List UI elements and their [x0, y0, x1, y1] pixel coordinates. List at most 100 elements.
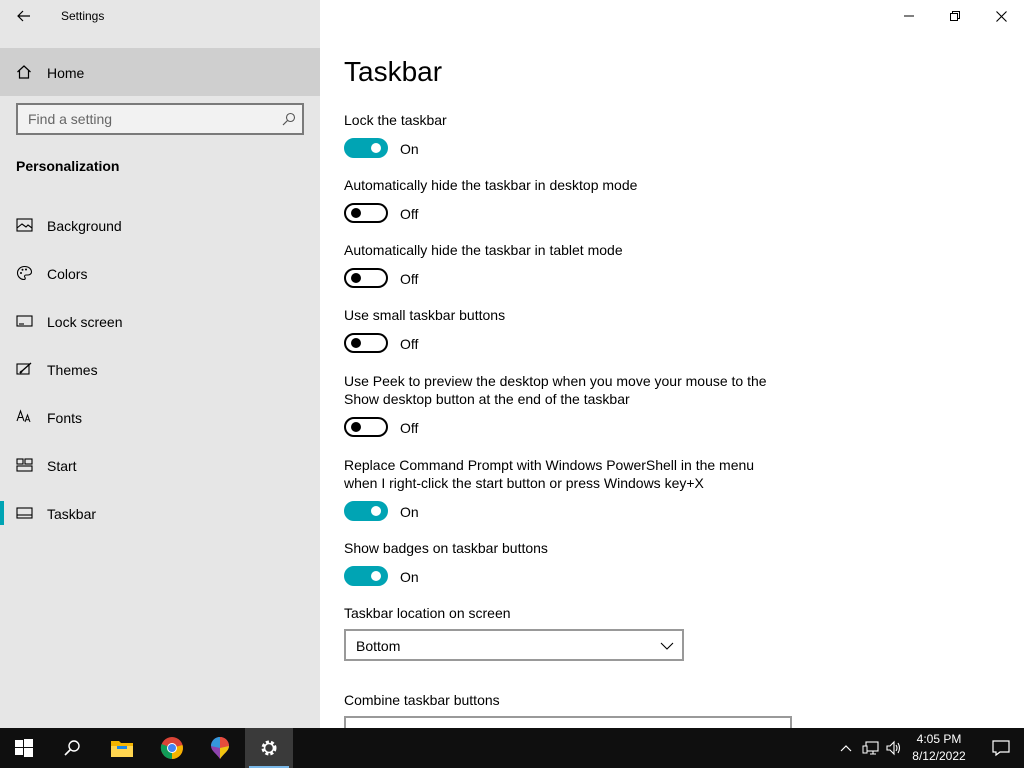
volume-tray[interactable] [884, 738, 904, 758]
network-tray[interactable] [861, 738, 881, 758]
sidebar-item-label: Fonts [47, 410, 83, 426]
minimize-button[interactable] [886, 0, 932, 32]
toggle-state-label: On [400, 504, 419, 520]
setting-label-combine: Combine taskbar buttons [344, 692, 500, 708]
home-icon [17, 65, 31, 79]
action-center-button[interactable] [978, 728, 1024, 768]
themes-brush-icon [16, 362, 32, 375]
back-button[interactable] [8, 4, 40, 28]
sidebar-item-fonts[interactable]: Fonts [0, 393, 320, 441]
sidebar-home-label: Home [47, 65, 85, 81]
taskbar-search-button[interactable] [48, 728, 96, 768]
lock-screen-icon [16, 315, 33, 327]
settings-gear-icon [261, 740, 277, 756]
toggle-state-label: Off [400, 336, 419, 352]
sidebar-item-background[interactable]: Background [0, 201, 320, 249]
restore-button[interactable] [932, 0, 978, 32]
setting-label-autohide-tablet: Automatically hide the taskbar in tablet… [344, 242, 623, 258]
sidebar-item-label: Colors [47, 266, 88, 282]
close-icon [995, 10, 1007, 22]
notification-icon [992, 740, 1010, 757]
close-button[interactable] [978, 0, 1024, 32]
start-icon [15, 739, 33, 757]
sidebar-item-start[interactable]: Start [0, 441, 320, 489]
chrome-icon [160, 737, 183, 759]
start-button[interactable] [0, 728, 48, 768]
setting-label-small-buttons: Use small taskbar buttons [344, 307, 506, 323]
sidebar-item-lock-screen[interactable]: Lock screen [0, 297, 320, 345]
toggle-state-label: Off [400, 271, 419, 287]
title-bar-left: Settings [0, 0, 320, 32]
picture-icon [16, 218, 33, 232]
windows-taskbar: 4:05 PM 8/12/2022 [0, 728, 1024, 768]
toggle-autohide-desktop[interactable] [344, 203, 388, 223]
fonts-icon [16, 409, 31, 423]
restore-icon [950, 11, 960, 21]
chevron-down-icon [660, 642, 674, 650]
dropdown-value: Bottom [356, 638, 401, 654]
settings-sidebar: Settings Home Personalization Background… [0, 0, 320, 728]
taskbar-file-explorer[interactable] [98, 728, 146, 768]
taskbar-paint3d[interactable] [196, 728, 244, 768]
back-arrow-icon [17, 10, 30, 22]
toggle-small-buttons[interactable] [344, 333, 388, 353]
sidebar-item-label: Background [47, 218, 122, 234]
sidebar-item-label: Themes [47, 362, 98, 378]
search-input[interactable] [18, 105, 274, 133]
toggle-knob [371, 506, 381, 516]
active-indicator [0, 501, 4, 525]
clock-time: 4:05 PM [916, 732, 962, 746]
sidebar-home[interactable]: Home [0, 48, 320, 96]
toggle-knob [371, 571, 381, 581]
settings-main: Taskbar Lock the taskbar On Automaticall… [320, 0, 1024, 728]
toggle-lock-taskbar[interactable] [344, 138, 388, 158]
sidebar-item-label: Start [47, 458, 77, 474]
search-icon[interactable] [282, 112, 296, 126]
taskbar-icon [16, 507, 33, 519]
combine-buttons-dropdown[interactable] [344, 716, 792, 728]
toggle-state-label: On [400, 141, 419, 157]
sidebar-item-themes[interactable]: Themes [0, 345, 320, 393]
sidebar-item-taskbar[interactable]: Taskbar [0, 489, 320, 537]
setting-label-powershell: Replace Command Prompt with Windows Powe… [344, 457, 755, 491]
toggle-peek[interactable] [344, 417, 388, 437]
clock-date: 8/12/2022 [912, 749, 966, 763]
toggle-knob [351, 273, 361, 283]
start-tiles-icon [16, 458, 33, 472]
taskbar-clock[interactable]: 4:05 PM 8/12/2022 [908, 731, 970, 765]
toggle-state-label: On [400, 569, 419, 585]
file-explorer-icon [111, 741, 133, 757]
setting-label-peek: Use Peek to preview the desktop when you… [344, 373, 767, 407]
setting-label-autohide-desktop: Automatically hide the taskbar in deskto… [344, 177, 638, 193]
sidebar-item-label: Lock screen [47, 314, 123, 330]
search-box[interactable] [16, 103, 304, 135]
toggle-knob [351, 422, 361, 432]
palette-icon [16, 265, 33, 281]
section-title: Personalization [16, 158, 120, 174]
setting-label-badges: Show badges on taskbar buttons [344, 540, 548, 556]
toggle-knob [371, 143, 381, 153]
toggle-autohide-tablet[interactable] [344, 268, 388, 288]
network-icon [862, 741, 879, 755]
volume-icon [886, 740, 901, 756]
toggle-powershell[interactable] [344, 501, 388, 521]
setting-label-location: Taskbar location on screen [344, 605, 511, 621]
taskbar-chrome[interactable] [148, 728, 196, 768]
page-title: Taskbar [344, 56, 443, 87]
toggle-knob [351, 338, 361, 348]
toggle-state-label: Off [400, 206, 419, 222]
toggle-state-label: Off [400, 420, 419, 436]
search-icon [64, 740, 80, 756]
sidebar-item-label: Taskbar [47, 506, 97, 522]
sidebar-item-colors[interactable]: Colors [0, 249, 320, 297]
show-hidden-icons[interactable] [836, 738, 856, 758]
toggle-knob [351, 208, 361, 218]
minimize-icon [904, 15, 914, 17]
paint3d-icon [211, 737, 229, 759]
taskbar-location-dropdown[interactable]: Bottom [344, 629, 684, 661]
toggle-badges[interactable] [344, 566, 388, 586]
taskbar-settings[interactable] [245, 728, 293, 768]
setting-label-lock-taskbar: Lock the taskbar [344, 112, 447, 128]
app-title: Settings [61, 9, 105, 23]
chevron-up-icon [840, 745, 852, 752]
